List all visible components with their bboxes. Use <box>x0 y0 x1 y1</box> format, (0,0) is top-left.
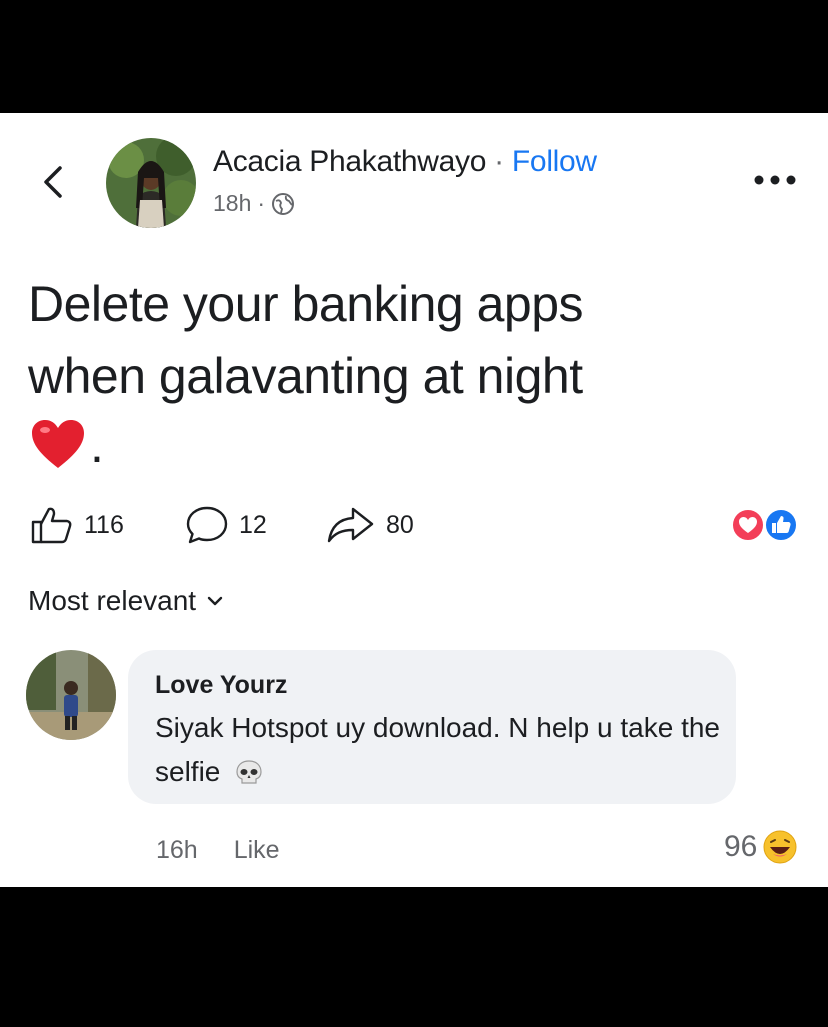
post-text-line-2: when galavanting at night <box>28 348 583 404</box>
post-text-line-1: Delete your banking apps <box>28 276 584 332</box>
follow-button[interactable]: Follow <box>512 145 597 178</box>
author-line: Acacia Phakathwayo · Follow <box>213 145 597 179</box>
comment-text-block: Siyak Hotspot uy download. N help u take… <box>155 706 725 794</box>
heart-emoji <box>32 420 84 468</box>
like-icon <box>31 507 72 544</box>
author-avatar[interactable] <box>106 138 196 228</box>
post-time[interactable]: 18h <box>213 190 251 217</box>
reactions-summary[interactable] <box>731 508 801 542</box>
like-reaction-icon <box>764 508 798 542</box>
back-chevron-icon[interactable] <box>36 162 70 202</box>
comment-reactions[interactable]: 96 <box>724 830 797 864</box>
comment-action[interactable]: 12 <box>185 505 267 545</box>
comment-icon <box>186 506 228 544</box>
globe-icon <box>272 192 295 215</box>
commenter-name[interactable]: Love Yourz <box>155 671 287 700</box>
like-action[interactable]: 116 <box>30 505 124 545</box>
post-text: Delete your banking apps when galavantin… <box>28 268 788 412</box>
more-icon[interactable] <box>752 170 798 190</box>
share-count: 80 <box>386 510 414 539</box>
sort-dropdown[interactable]: Most relevant <box>28 585 224 617</box>
share-action[interactable]: 80 <box>326 505 414 545</box>
chevron-down-icon <box>207 596 223 606</box>
comment-reaction-count: 96 <box>724 830 758 863</box>
laughing-emoji <box>763 830 797 864</box>
post-text-end: . <box>30 418 104 470</box>
skull-emoji <box>236 760 262 784</box>
comment-time[interactable]: 16h <box>156 836 198 865</box>
comment-count: 12 <box>239 510 267 539</box>
like-count: 116 <box>84 510 124 539</box>
love-reaction-icon <box>731 508 765 542</box>
separator: · <box>494 145 504 178</box>
post-text-period: . <box>90 417 104 473</box>
comment-meta: 16h Like <box>156 836 280 865</box>
share-icon <box>327 507 374 543</box>
post-meta: 18h · <box>213 190 295 217</box>
commenter-avatar[interactable] <box>26 650 116 740</box>
comment-bubble: Love Yourz Siyak Hotspot uy download. N … <box>128 650 736 804</box>
sort-label: Most relevant <box>28 585 197 616</box>
comment-like-button[interactable]: Like <box>234 836 280 865</box>
author-name[interactable]: Acacia Phakathwayo <box>213 145 486 178</box>
meta-separator: · <box>257 190 266 216</box>
post-stats: 116 12 80 <box>0 500 828 550</box>
